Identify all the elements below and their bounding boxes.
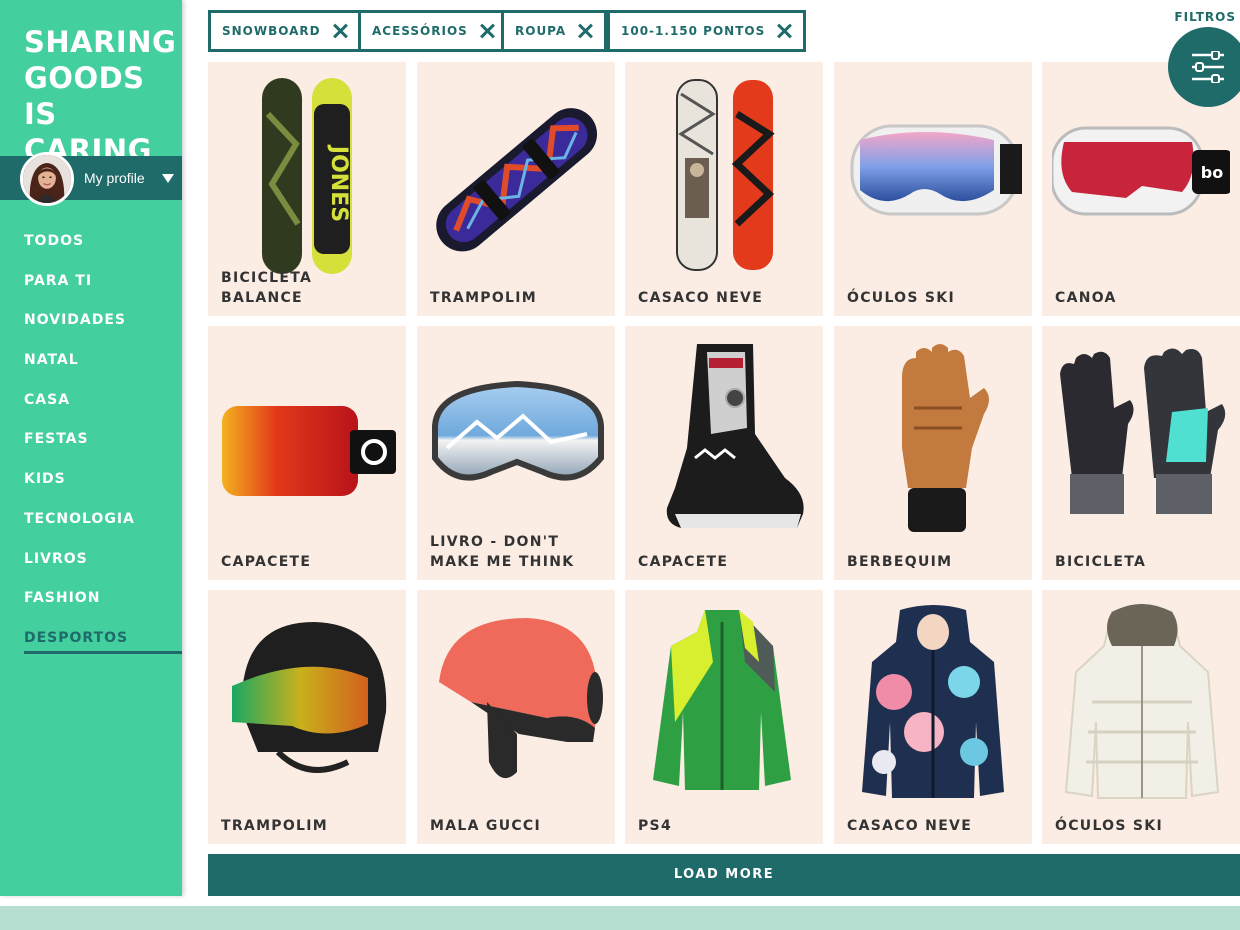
nav-item-kids[interactable]: KIDS [24,468,182,508]
product-card[interactable]: CASACO NEVE [834,590,1032,844]
brand-line-2: GOODS [24,61,145,95]
product-card[interactable]: ÓCULOS SKI [834,62,1032,316]
product-card[interactable]: CAPACETE [208,326,406,580]
product-title: CAPACETE [638,554,729,570]
product-title: CASACO NEVE [847,818,973,834]
snowboard-icon [676,79,775,271]
snowboard-icon [436,108,598,252]
product-title: PS4 [638,818,672,834]
product-card[interactable]: TRAMPOLIM [208,590,406,844]
product-title: BICICLETA [1055,554,1147,570]
nav-item-fashion[interactable]: FASHION [24,587,182,627]
product-title: TRAMPOLIM [221,818,329,834]
filter-chip-label: SNOWBOARD [222,24,321,38]
product-card[interactable]: MALA GUCCI [417,590,615,844]
product-title: TRAMPOLIM [430,290,538,306]
svg-text:JONES: JONES [326,144,351,222]
close-icon[interactable] [478,22,496,40]
product-title: BERBEQUIM [847,554,953,570]
brand-logo[interactable]: SHARING GOODS IS CARING [24,24,177,168]
product-title: ÓCULOS SKI [847,290,955,306]
filter-chip-roupa[interactable]: ROUPA [501,10,608,52]
glove-icon [1060,348,1226,514]
jacket-icon [862,605,1004,798]
goggles-icon [222,406,396,496]
chevron-down-icon[interactable] [162,174,174,183]
helmet-icon [439,618,603,779]
close-icon[interactable] [331,22,349,40]
jacket-icon [1064,604,1220,799]
nav-item-novidades[interactable]: NOVIDADES [24,309,182,349]
product-card[interactable]: BERBEQUIM [834,326,1032,580]
product-card[interactable]: LIVRO - DON'T MAKE ME THINK [417,326,615,580]
product-title: MALA GUCCI [430,818,542,834]
product-title: CAPACETE [221,554,312,570]
close-icon[interactable] [576,22,594,40]
product-card[interactable]: PS4 [625,590,823,844]
nav-item-festas[interactable]: FESTAS [24,428,182,468]
nav-item-para-ti[interactable]: PARA TI [24,270,182,310]
category-nav: TODOS PARA TI NOVIDADES NATAL CASA FESTA… [24,230,182,667]
helmet-icon [232,622,387,773]
filter-chip-acessorios[interactable]: ACESSÓRIOS [358,10,509,52]
snowboard-icon: JONES [262,78,352,274]
sidebar: SHARING GOODS IS CARING My profile TODOS… [0,0,182,896]
product-card[interactable]: JONES BICICLETA BALANCE [208,62,406,316]
load-more-button[interactable]: LOAD MORE [208,854,1240,896]
product-title: BICICLETA BALANCE [221,270,313,306]
product-grid: JONES BICICLETA BALANCE TRAMPOLIM CASACO… [208,62,1240,844]
product-card[interactable]: CAPACETE [625,326,823,580]
avatar[interactable] [20,152,74,206]
brand-line-1: SHARING [24,25,177,59]
filters-label: FILTROS [1174,10,1236,24]
close-icon[interactable] [775,22,793,40]
nav-item-todos[interactable]: TODOS [24,230,182,270]
filters-button[interactable] [1168,27,1240,107]
svg-text:bo: bo [1201,163,1223,182]
sliders-icon [1192,51,1224,83]
product-card[interactable]: CASACO NEVE [625,62,823,316]
product-title: CASACO NEVE [638,290,764,306]
nav-item-natal[interactable]: NATAL [24,349,182,389]
filter-chip-snowboard[interactable]: SNOWBOARD [208,10,362,52]
nav-item-tecnologia[interactable]: TECNOLOGIA [24,508,182,548]
filter-chip-label: ROUPA [515,24,567,38]
filter-chip-label: 100-1.150 PONTOS [621,24,766,38]
glove-icon [902,344,989,532]
nav-item-livros[interactable]: LIVROS [24,548,182,588]
filter-chip-pontos[interactable]: 100-1.150 PONTOS [607,10,807,52]
product-card[interactable]: TRAMPOLIM [417,62,615,316]
product-title: ÓCULOS SKI [1055,818,1163,834]
product-title: CANOA [1055,290,1117,306]
goggles-icon [850,124,1022,216]
profile-menu[interactable]: My profile [0,152,182,206]
product-card[interactable]: BICICLETA [1042,326,1240,580]
active-nav-underline [24,651,182,654]
boot-icon [666,344,804,528]
nav-item-desportos[interactable]: DESPORTOS [24,627,182,667]
nav-item-casa[interactable]: CASA [24,389,182,429]
jacket-icon [653,610,791,790]
product-card[interactable]: ÓCULOS SKI [1042,590,1240,844]
goggles-icon [432,380,604,481]
filter-chip-label: ACESSÓRIOS [372,24,468,38]
footer-band [0,906,1240,930]
profile-name: My profile [84,170,145,186]
product-title: LIVRO - DON'T MAKE ME THINK [430,534,575,570]
